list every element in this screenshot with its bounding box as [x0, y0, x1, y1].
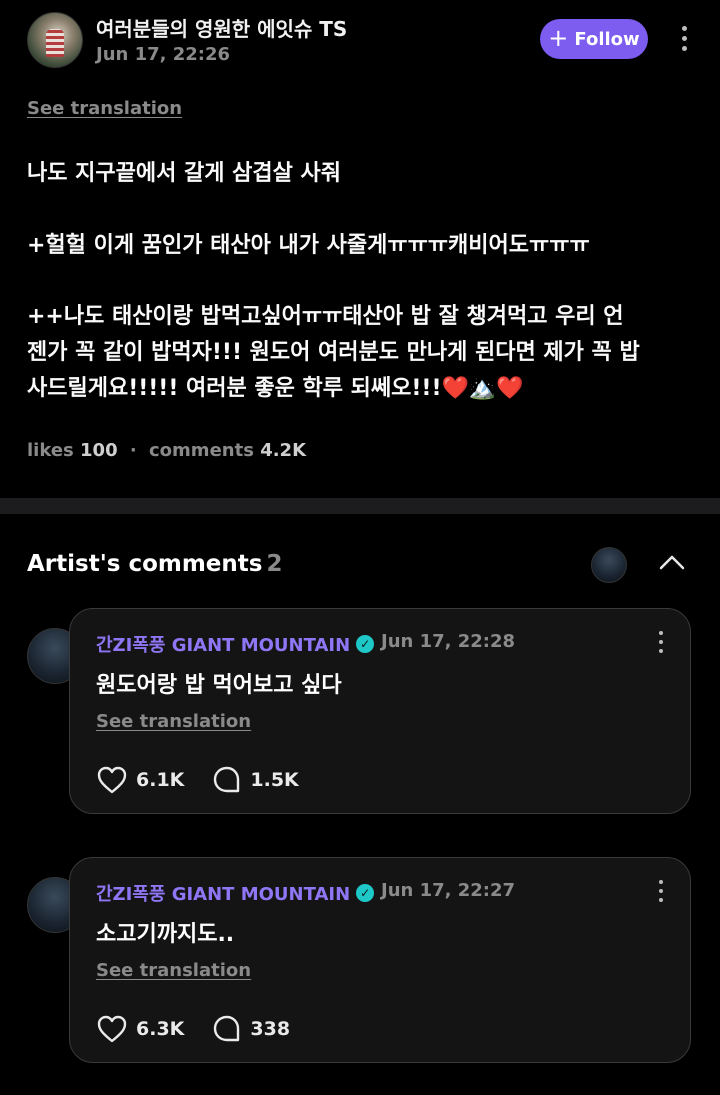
see-translation-link[interactable]: See translation [96, 711, 251, 732]
follow-button[interactable]: + Follow [540, 19, 648, 59]
heart-icon [97, 1015, 127, 1043]
author-name[interactable]: 여러분들의 영원한 에잇슈 TS [96, 13, 347, 42]
more-vertical-icon[interactable] [680, 26, 688, 51]
see-translation-link[interactable]: See translation [27, 98, 182, 119]
post-body-line: 사드릴게요!!!!! 여러분 좋운 학루 되쎄오!!!❤️🏔️❤️ [27, 376, 524, 401]
reply-count: 338 [250, 1018, 291, 1040]
verified-badge-icon: ✓ [356, 884, 375, 902]
commenter-name[interactable]: 간ZI폭풍 GIANT MOUNTAIN ✓ [96, 631, 375, 657]
reply-count: 1.5K [250, 769, 299, 791]
post-body-line: 나도 지구끝에서 갈게 삼겹살 사줘 [27, 161, 341, 186]
comment-bubble-icon [214, 766, 240, 793]
more-vertical-icon[interactable] [657, 880, 665, 902]
stats-separator: · [129, 440, 137, 461]
verified-badge-icon: ✓ [356, 635, 375, 653]
chevron-up-icon[interactable] [658, 552, 686, 572]
comment-date: Jun 17, 22:27 [381, 880, 516, 901]
like-button[interactable]: 6.3K [96, 1014, 184, 1044]
artist-comment-card: 간ZI폭풍 GIANT MOUNTAIN ✓ Jun 17, 22:28 원도어… [69, 608, 691, 814]
artist-avatar[interactable] [591, 547, 627, 583]
section-title-text: Artist's comments [27, 551, 263, 577]
likes-label: likes [27, 440, 74, 461]
comment-actions: 6.3K 338 [96, 1014, 318, 1044]
like-count: 6.1K [136, 769, 185, 791]
comments-count[interactable]: 4.2K [260, 440, 306, 461]
author-avatar[interactable] [27, 12, 83, 68]
follow-label: Follow [574, 28, 640, 50]
like-button[interactable]: 6.1K [96, 765, 184, 795]
comment-text: 소고기까지도.. [96, 922, 235, 947]
post-body-line: ++나도 태산이랑 밥먹고싶어ㅠㅠ태산아 밥 잘 챙겨먹고 우리 언 [27, 304, 624, 329]
post-stats: likes 100 · comments 4.2K [27, 440, 306, 461]
more-vertical-icon[interactable] [657, 631, 665, 653]
artist-comment-card: 간ZI폭풍 GIANT MOUNTAIN ✓ Jun 17, 22:27 소고기… [69, 857, 691, 1063]
post-date: Jun 17, 22:26 [96, 44, 231, 65]
commenter-name-text[interactable]: 간ZI폭풍 GIANT MOUNTAIN [96, 631, 350, 657]
comment-actions: 6.1K 1.5K [96, 765, 327, 795]
commenter-name[interactable]: 간ZI폭풍 GIANT MOUNTAIN ✓ [96, 880, 375, 906]
comment-bubble-icon [214, 1015, 240, 1042]
reply-button[interactable]: 1.5K [212, 765, 299, 795]
like-count: 6.3K [136, 1018, 185, 1040]
post-body-line: 젠가 꼭 같이 밥먹자!!! 원도어 여러분도 만나게 된다면 제가 꼭 밥 [27, 340, 640, 365]
reply-button[interactable]: 338 [212, 1014, 290, 1044]
likes-count: 100 [80, 440, 118, 461]
see-translation-link[interactable]: See translation [96, 960, 251, 981]
commenter-name-text[interactable]: 간ZI폭풍 GIANT MOUNTAIN [96, 880, 350, 906]
comments-label[interactable]: comments [149, 440, 254, 461]
plus-icon: + [548, 24, 569, 52]
comment-date: Jun 17, 22:28 [381, 631, 516, 652]
post-body-line: +헐헐 이게 꿈인가 태산아 내가 사줄게ㅠㅠㅠ캐비어도ㅠㅠㅠ [27, 233, 590, 258]
post: 여러분들의 영원한 에잇슈 TS Jun 17, 22:26 + Follow … [0, 0, 720, 498]
section-divider [0, 498, 720, 514]
artist-comments-count: 2 [266, 551, 283, 577]
artist-comments-title: Artist's comments 2 [27, 551, 283, 577]
comment-text: 원도어랑 밥 먹어보고 싶다 [96, 673, 342, 698]
heart-icon [97, 766, 127, 794]
